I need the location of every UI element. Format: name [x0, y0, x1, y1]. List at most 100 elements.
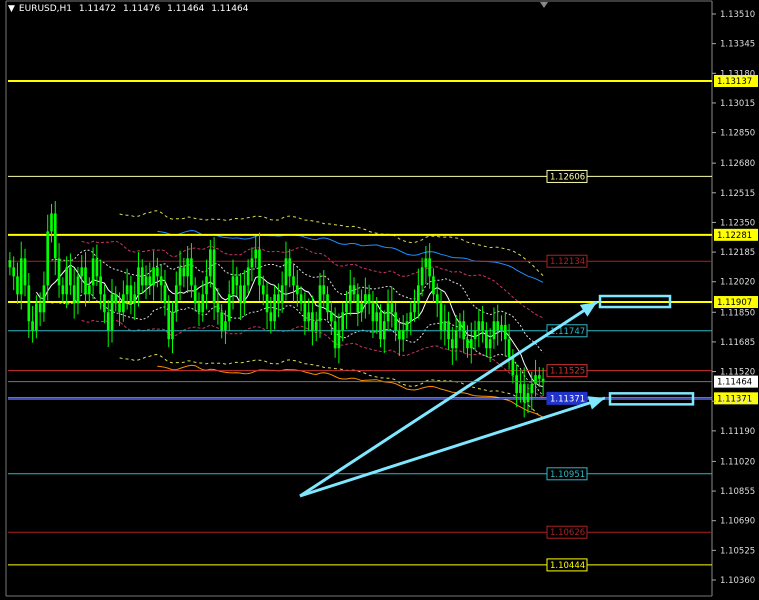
- candle-body: [250, 258, 254, 268]
- candle-body: [405, 321, 409, 331]
- candle-body: [530, 384, 534, 394]
- candle-body: [208, 249, 212, 277]
- candle-body: [152, 267, 155, 286]
- level-chart-label: 1.10444: [550, 561, 585, 571]
- candle-body: [333, 321, 337, 349]
- candle-body: [8, 260, 12, 268]
- candle-body: [174, 285, 178, 313]
- candle-body: [398, 330, 401, 340]
- candle-body: [16, 276, 19, 295]
- candle-body: [424, 258, 428, 268]
- candle-body: [167, 303, 171, 340]
- candle-body: [519, 384, 522, 394]
- candle-body: [129, 285, 133, 304]
- candle-body: [42, 285, 46, 313]
- candle-body: [367, 294, 371, 304]
- candle-body: [443, 321, 447, 331]
- candle-body: [110, 294, 114, 331]
- y-tick-label: 1.10360: [720, 576, 755, 586]
- y-tick-label: 1.13345: [720, 40, 755, 50]
- candle-body: [212, 249, 216, 304]
- candle-body: [352, 285, 356, 295]
- candle-body: [348, 285, 352, 304]
- candle-body: [496, 321, 500, 331]
- candle-body: [243, 285, 246, 304]
- level-axis-label: 1.12281: [717, 231, 752, 241]
- candle-body: [95, 258, 99, 277]
- candle-body: [118, 303, 121, 313]
- candle-body: [19, 258, 23, 295]
- candle-body: [466, 339, 469, 349]
- level-axis-label: 1.11907: [717, 298, 752, 308]
- candle-body: [235, 276, 239, 286]
- candle-body: [451, 339, 454, 349]
- candle-body: [163, 285, 167, 304]
- candle-body: [360, 303, 363, 313]
- candle-body: [379, 312, 382, 340]
- low-price: 1.11464: [167, 4, 205, 14]
- candle-body: [27, 285, 31, 322]
- candle-body: [454, 330, 458, 349]
- candle-body: [239, 285, 242, 304]
- candle-body: [295, 285, 299, 295]
- y-tick-label: 1.13015: [720, 99, 755, 109]
- candle-body: [280, 285, 284, 304]
- y-tick-label: 1.12185: [720, 248, 755, 258]
- candle-body: [364, 294, 367, 304]
- candle-body: [511, 357, 515, 376]
- candle-body: [220, 312, 223, 331]
- candle-body: [416, 285, 420, 304]
- candle-body: [314, 321, 318, 331]
- candle-body: [420, 267, 424, 286]
- candle-body: [23, 258, 27, 286]
- candle-body: [72, 285, 76, 304]
- candle-body: [254, 249, 258, 259]
- candle-body: [190, 258, 193, 286]
- level-chart-label: 1.10951: [550, 470, 585, 480]
- candle-body: [432, 276, 435, 295]
- level-chart-label: 1.11371: [550, 394, 585, 404]
- candle-body: [76, 276, 80, 304]
- candle-body: [178, 267, 182, 286]
- candle-body: [87, 285, 91, 295]
- candle-body: [326, 294, 329, 313]
- y-tick-label: 1.12020: [720, 278, 755, 288]
- candle-body: [148, 276, 152, 286]
- candle-body: [311, 312, 314, 331]
- candle-body: [481, 321, 484, 331]
- candle-body: [99, 276, 102, 295]
- y-tick-label: 1.10525: [720, 546, 755, 556]
- candle-body: [485, 330, 488, 349]
- y-tick-label: 1.12515: [720, 189, 755, 199]
- candle-body: [114, 294, 118, 304]
- candle-body: [91, 258, 95, 286]
- candle-body: [515, 375, 518, 394]
- candle-body: [137, 267, 140, 295]
- candle-body: [80, 267, 84, 277]
- close-price: 1.11464: [211, 4, 249, 14]
- chart-background: [0, 0, 759, 600]
- candle-body: [125, 285, 129, 295]
- candle-body: [65, 267, 68, 295]
- candle-body: [435, 294, 439, 304]
- level-chart-label: 1.12134: [550, 257, 585, 267]
- candle-body: [503, 324, 507, 340]
- candle-body: [269, 312, 273, 322]
- candle-body: [401, 330, 405, 340]
- candle-body: [35, 303, 38, 331]
- candle-body: [299, 294, 303, 304]
- candle-body: [469, 339, 473, 349]
- candle-body: [246, 267, 250, 286]
- y-tick-label: 1.10690: [720, 517, 755, 527]
- price-chart: 1.131371.126061.122811.121341.119071.117…: [0, 0, 759, 600]
- candle-body: [330, 312, 333, 322]
- candle-body: [57, 258, 61, 286]
- candle-body: [382, 321, 386, 340]
- dropdown-triangle-icon[interactable]: ▼: [8, 4, 15, 14]
- candle-body: [318, 285, 322, 322]
- candle-body: [322, 285, 326, 295]
- candle-body: [216, 303, 220, 313]
- candle-body: [356, 294, 360, 313]
- symbol-header: ▼ EURUSD,H1 1.11472 1.11476 1.11464 1.114…: [8, 4, 248, 14]
- candle-body: [171, 312, 174, 340]
